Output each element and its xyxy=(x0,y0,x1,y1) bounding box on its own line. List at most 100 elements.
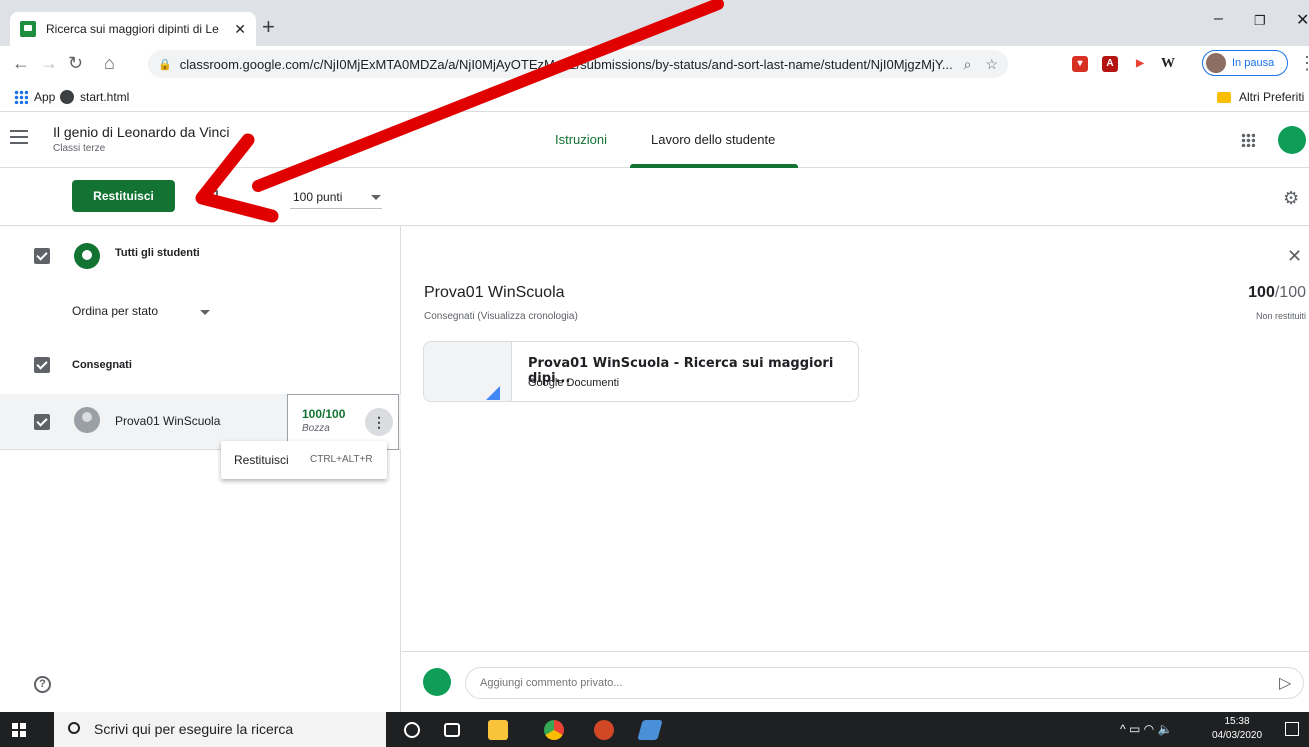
avatar xyxy=(74,407,100,433)
grade-value: 100/100 xyxy=(302,407,346,421)
task-view-icon[interactable] xyxy=(444,723,460,737)
bookmark-start[interactable]: start.html xyxy=(60,90,129,104)
menu-item-shortcut: CTRL+ALT+R xyxy=(310,454,373,465)
profile-status: In pausa xyxy=(1232,57,1275,69)
profile-button[interactable]: In pausa xyxy=(1202,50,1288,76)
browser-tab-strip: Ricerca sui maggiori dipinti di Le ✕ + –… xyxy=(0,0,1309,46)
group-checkbox[interactable] xyxy=(34,357,50,373)
bookmark-apps[interactable]: App xyxy=(14,90,55,104)
new-tab-icon[interactable]: + xyxy=(262,16,275,38)
apps-grid-icon xyxy=(14,90,28,104)
globe-icon xyxy=(60,90,74,104)
student-grade[interactable]: 100/100 xyxy=(1248,284,1306,302)
clock-time: 15:38 xyxy=(1224,716,1250,727)
student-detail-name: Prova01 WinScuola xyxy=(424,284,565,301)
folder-icon xyxy=(1217,91,1231,103)
student-list-pane: Tutti gli studenti Ordina per stato Cons… xyxy=(0,226,401,712)
points-underline xyxy=(290,208,382,209)
classroom-header: Il genio di Leonardo da Vinci Classi ter… xyxy=(0,112,1309,168)
user-avatar[interactable] xyxy=(1278,126,1306,154)
grade-state: Bozza xyxy=(302,423,330,434)
classroom-favicon-icon xyxy=(20,21,36,37)
restore-icon[interactable]: ❐ xyxy=(1254,13,1266,29)
points-select[interactable]: 100 punti xyxy=(293,190,342,204)
bookmark-apps-label: App xyxy=(34,90,56,104)
bookmarks-bar: App start.html Altri Preferiti xyxy=(0,82,1309,112)
minimize-icon[interactable]: – xyxy=(1214,10,1223,28)
browser-toolbar: ← → ↻ ⌂ 🔒 classroom.google.com/c/NjI0MjE… xyxy=(0,46,1309,82)
taskbar-search-placeholder: Scrivi qui per eseguire la ricerca xyxy=(94,721,294,737)
windows-start-icon[interactable] xyxy=(12,723,26,737)
profile-avatar xyxy=(1206,53,1226,73)
chrome-icon[interactable] xyxy=(544,720,564,740)
help-icon[interactable]: ? xyxy=(34,676,51,693)
student-checkbox[interactable] xyxy=(34,414,50,430)
chevron-down-icon[interactable] xyxy=(371,195,381,200)
forward-icon[interactable]: → xyxy=(40,53,58,73)
students-group-icon xyxy=(74,243,100,269)
extension-pocket-icon[interactable]: ▾ xyxy=(1072,56,1088,72)
grade-denominator: /100 xyxy=(1274,284,1306,301)
window-close-icon[interactable]: ✕ xyxy=(1296,10,1309,30)
more-options-icon[interactable]: ⋮ xyxy=(365,408,393,436)
url-text: classroom.google.com/c/NjI0MjExMTA0MDZa/… xyxy=(179,56,953,72)
tab-lavoro-studente[interactable]: Lavoro dello studente xyxy=(651,132,775,147)
system-tray-icon[interactable]: ^ ▭ ◠ 🔈 xyxy=(1120,722,1172,736)
close-tab-icon[interactable]: ✕ xyxy=(234,21,246,38)
document-thumbnail xyxy=(424,342,512,401)
app-icon[interactable] xyxy=(637,720,663,740)
context-menu: Restituisci CTRL+ALT+R xyxy=(221,441,387,479)
windows-taskbar: Scrivi qui per eseguire la ricerca ^ ▭ ◠… xyxy=(0,712,1309,747)
extension-pdf-icon[interactable]: A xyxy=(1102,56,1118,72)
attachment-card[interactable]: Prova01 WinScuola - Ricerca sui maggiori… xyxy=(423,341,859,402)
clock-date: 04/03/2020 xyxy=(1212,730,1263,741)
student-name: Prova01 WinScuola xyxy=(115,414,221,428)
bookmark-star-icon[interactable]: ☆ xyxy=(985,56,998,73)
tab-istruzioni[interactable]: Istruzioni xyxy=(555,132,607,147)
bookmark-other-label: Altri Preferiti xyxy=(1239,90,1305,104)
home-icon[interactable]: ⌂ xyxy=(104,53,115,73)
return-state: Non restituiti xyxy=(1255,311,1306,321)
clock[interactable]: 15:38 04/03/2020 xyxy=(1212,715,1262,743)
notification-icon[interactable] xyxy=(1285,722,1299,736)
divider xyxy=(402,651,1309,652)
tab-title: Ricerca sui maggiori dipinti di Le xyxy=(46,22,219,36)
class-name[interactable]: Il genio di Leonardo da Vinci xyxy=(53,124,229,140)
bookmark-start-label: start.html xyxy=(80,90,130,104)
google-apps-icon[interactable] xyxy=(1241,133,1255,147)
back-icon[interactable]: ← xyxy=(12,53,30,73)
gear-icon[interactable]: ⚙ xyxy=(1283,188,1299,209)
select-all-checkbox[interactable] xyxy=(34,248,50,264)
submission-status[interactable]: Consegnati (Visualizza cronologia) xyxy=(424,311,578,322)
reload-icon[interactable]: ↻ xyxy=(68,53,83,73)
sort-chevron-down-icon[interactable] xyxy=(200,310,210,315)
extension-screencast-icon[interactable]: ▶ xyxy=(1132,56,1148,72)
grade-number: 100 xyxy=(1248,284,1275,301)
action-bar: Restituisci 100 punti ⚙ xyxy=(0,168,1309,226)
class-section: Classi terze xyxy=(53,143,106,154)
commenter-avatar xyxy=(423,668,451,696)
extension-wikipedia-icon[interactable]: W xyxy=(1160,56,1176,72)
send-icon[interactable]: ▷ xyxy=(1279,673,1291,693)
group-label: Consegnati xyxy=(72,359,132,371)
sort-select[interactable]: Ordina per stato xyxy=(72,304,158,318)
powerpoint-icon[interactable] xyxy=(594,720,614,740)
attachment-type: Google Documenti xyxy=(528,377,620,389)
menu-item-restituisci[interactable]: Restituisci xyxy=(234,453,289,467)
file-explorer-icon[interactable] xyxy=(488,720,508,740)
email-icon[interactable] xyxy=(202,190,218,202)
zoom-icon[interactable]: ⌕ xyxy=(964,56,972,73)
search-icon xyxy=(68,722,80,734)
return-button[interactable]: Restituisci xyxy=(72,180,175,212)
private-comment-input[interactable] xyxy=(465,667,1304,699)
bookmark-other[interactable]: Altri Preferiti xyxy=(1217,90,1304,104)
taskbar-search-input[interactable]: Scrivi qui per eseguire la ricerca xyxy=(54,712,386,747)
close-icon[interactable]: ✕ xyxy=(1287,246,1302,267)
chrome-menu-icon[interactable]: ⋮ xyxy=(1298,53,1309,73)
address-bar[interactable]: 🔒 classroom.google.com/c/NjI0MjExMTA0MDZ… xyxy=(148,50,1008,78)
lock-icon: 🔒 xyxy=(158,58,172,71)
hamburger-menu-icon[interactable] xyxy=(10,130,28,144)
all-students-label: Tutti gli studenti xyxy=(115,247,200,259)
cortana-icon[interactable] xyxy=(404,722,420,738)
browser-tab[interactable]: Ricerca sui maggiori dipinti di Le ✕ xyxy=(10,12,256,46)
